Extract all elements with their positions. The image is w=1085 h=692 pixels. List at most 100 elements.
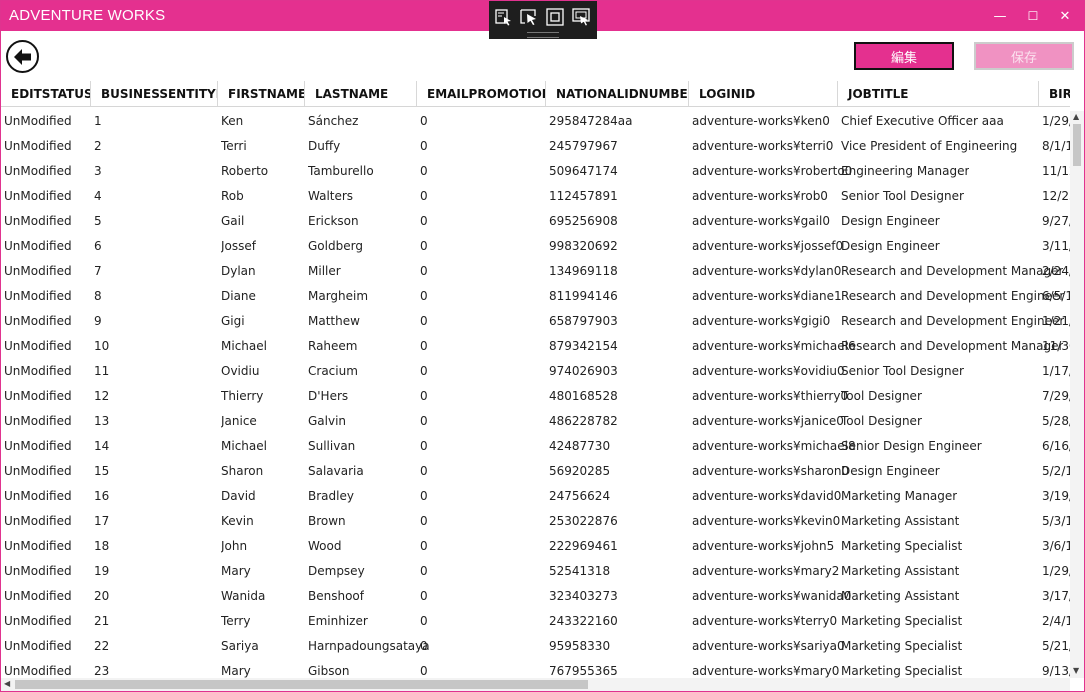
save-button[interactable]: 保存 [974, 42, 1074, 70]
scroll-up-icon[interactable]: ▲ [1073, 112, 1079, 122]
cell-national-id-number: 56920285 [549, 464, 611, 478]
column-header-birth-date[interactable]: BIRT [1039, 81, 1070, 106]
table-row[interactable]: UnModified 11 Ovidiu Cracium 0 974026903 adven… [1, 359, 1070, 384]
cell-birth-date: 8/1/1 [1042, 139, 1070, 153]
cell-edit-status: UnModified [4, 214, 72, 228]
cell-business-entity-id: 19 [94, 564, 110, 578]
cell-job-title: Research and Development Engineer [841, 314, 1065, 328]
column-header-first-name[interactable]: FIRSTNAME [218, 81, 305, 106]
column-header-business-entity-id[interactable]: BUSINESSENTITYID [91, 81, 218, 106]
cell-first-name: Gail [221, 214, 245, 228]
table-row[interactable]: UnModified 16 David Bradley 0 24756624 adventu… [1, 484, 1070, 509]
cell-business-entity-id: 16 [94, 489, 110, 503]
column-header-edit-status[interactable]: EDITSTATUS [1, 81, 91, 106]
column-header-last-name[interactable]: LASTNAME [305, 81, 417, 106]
table-row[interactable]: UnModified 21 Terry Eminhizer 0 243322160 adve… [1, 609, 1070, 634]
cell-login-id: adventure-works¥dylan0 [692, 264, 842, 278]
cell-job-title: Marketing Assistant [841, 564, 960, 578]
table-row[interactable]: UnModified 1 Ken Sánchez 0 295847284aa adventu… [1, 109, 1070, 134]
cell-first-name: Gigi [221, 314, 245, 328]
horizontal-scroll-thumb[interactable] [15, 680, 588, 689]
column-header-email-promotion[interactable]: EMAILPROMOTION [417, 81, 546, 106]
cell-business-entity-id: 23 [94, 664, 110, 678]
cell-last-name: Duffy [308, 139, 341, 153]
cell-email-promotion: 0 [420, 164, 428, 178]
table-row[interactable]: UnModified 5 Gail Erickson 0 695256908 adventu… [1, 209, 1070, 234]
table-row[interactable]: UnModified 19 Mary Dempsey 0 52541318 adventur… [1, 559, 1070, 584]
cell-email-promotion: 0 [420, 439, 428, 453]
table-row[interactable]: UnModified 17 Kevin Brown 0 253022876 adventur… [1, 509, 1070, 534]
table-row[interactable]: UnModified 9 Gigi Matthew 0 658797903 adventur… [1, 309, 1070, 334]
table-row[interactable]: UnModified 10 Michael Raheem 0 879342154 adven… [1, 334, 1070, 359]
edit-button[interactable]: 編集 [854, 42, 954, 70]
cell-birth-date: 9/27/ [1042, 214, 1070, 228]
cell-national-id-number: 879342154 [549, 339, 618, 353]
cell-email-promotion: 0 [420, 639, 428, 653]
cell-edit-status: UnModified [4, 239, 72, 253]
table-row[interactable]: UnModified 13 Janice Galvin 0 486228782 advent… [1, 409, 1070, 434]
table-row[interactable]: UnModified 14 Michael Sullivan 0 42487730 adve… [1, 434, 1070, 459]
column-header-national-id-number[interactable]: NATIONALIDNUMBER [546, 81, 689, 106]
horizontal-scrollbar[interactable]: ◀ [1, 678, 1070, 691]
table-row[interactable]: UnModified 6 Jossef Goldberg 0 998320692 adven… [1, 234, 1070, 259]
column-header-job-title[interactable]: JOBTITLE [838, 81, 1039, 106]
vertical-scrollbar[interactable]: ▲ ▼ [1070, 111, 1084, 678]
table-row[interactable]: UnModified 15 Sharon Salavaria 0 56920285 adve… [1, 459, 1070, 484]
table-row[interactable]: UnModified 18 John Wood 0 222969461 adventure-… [1, 534, 1070, 559]
cell-birth-date: 12/23 [1042, 189, 1070, 203]
cell-national-id-number: 52541318 [549, 564, 611, 578]
table-row[interactable]: UnModified 23 Mary Gibson 0 767955365 adventur… [1, 659, 1070, 678]
cell-national-id-number: 112457891 [549, 189, 618, 203]
cell-national-id-number: 323403273 [549, 589, 618, 603]
table-row[interactable]: UnModified 4 Rob Walters 0 112457891 adventure… [1, 184, 1070, 209]
select-element-icon[interactable] [519, 7, 539, 27]
table-row[interactable]: UnModified 3 Roberto Tamburello 0 509647174 ad… [1, 159, 1070, 184]
cell-job-title: Marketing Manager [841, 489, 958, 503]
cell-edit-status: UnModified [4, 439, 72, 453]
table-row[interactable]: UnModified 12 Thierry D'Hers 0 480168528 adven… [1, 384, 1070, 409]
cell-birth-date: 3/6/1 [1042, 539, 1070, 553]
cell-last-name: Bradley [308, 489, 354, 503]
cell-last-name: Tamburello [308, 164, 374, 178]
table-row[interactable]: UnModified 8 Diane Margheim 0 811994146 advent… [1, 284, 1070, 309]
table-row[interactable]: UnModified 20 Wanida Benshoof 0 323403273 adve… [1, 584, 1070, 609]
cell-edit-status: UnModified [4, 139, 72, 153]
table-row[interactable]: UnModified 2 Terri Duffy 0 245797967 adventure… [1, 134, 1070, 159]
table-row[interactable]: UnModified 7 Dylan Miller 0 134969118 adventur… [1, 259, 1070, 284]
table-row[interactable]: UnModified 22 Sariya Harnpadoungsataya 0 9595… [1, 634, 1070, 659]
back-button[interactable] [6, 40, 39, 73]
scroll-left-icon[interactable]: ◀ [4, 679, 10, 689]
data-grid[interactable]: EDITSTATUS BUSINESSENTITYID FIRSTNAME LASTN… [1, 81, 1070, 678]
cell-login-id: adventure-works¥jossef0 [692, 239, 844, 253]
cell-business-entity-id: 6 [94, 239, 102, 253]
cell-email-promotion: 0 [420, 589, 428, 603]
cell-login-id: adventure-works¥rob0 [692, 189, 828, 203]
cell-email-promotion: 0 [420, 564, 428, 578]
cell-last-name: Gibson [308, 664, 350, 678]
live-visual-tree-icon[interactable] [494, 7, 514, 27]
toolbar-grip[interactable] [527, 32, 559, 38]
cell-national-id-number: 245797967 [549, 139, 618, 153]
close-button[interactable]: ✕ [1046, 1, 1084, 31]
cell-job-title: Engineering Manager [841, 164, 970, 178]
cell-national-id-number: 24756624 [549, 489, 611, 503]
vertical-scroll-thumb[interactable] [1073, 124, 1081, 166]
cell-login-id: adventure-works¥michael6 [692, 339, 856, 353]
cell-edit-status: UnModified [4, 364, 72, 378]
column-header-login-id[interactable]: LOGINID [689, 81, 838, 106]
cell-last-name: Miller [308, 264, 341, 278]
cell-job-title: Design Engineer [841, 464, 940, 478]
display-layout-adorners-icon[interactable] [545, 7, 565, 27]
cell-last-name: Erickson [308, 214, 359, 228]
track-focused-element-icon[interactable] [571, 7, 591, 27]
cell-national-id-number: 509647174 [549, 164, 618, 178]
cell-login-id: adventure-works¥thierry0 [692, 389, 849, 403]
cell-email-promotion: 0 [420, 389, 428, 403]
cell-first-name: Michael [221, 339, 267, 353]
cell-email-promotion: 0 [420, 139, 428, 153]
cell-national-id-number: 134969118 [549, 264, 618, 278]
scroll-down-icon[interactable]: ▼ [1073, 666, 1079, 676]
cell-birth-date: 9/13/ [1042, 664, 1070, 678]
cell-birth-date: 1/21/ [1042, 314, 1070, 328]
cell-job-title: Design Engineer [841, 214, 940, 228]
